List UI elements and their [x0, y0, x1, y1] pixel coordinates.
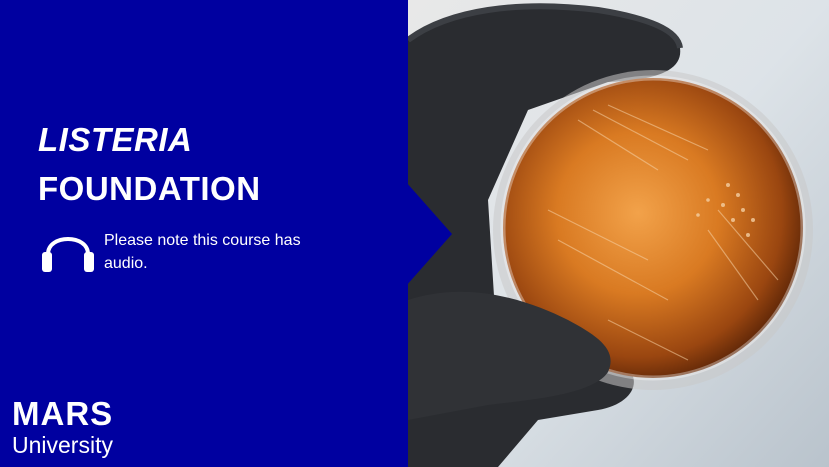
audio-note: Please note this course has audio.: [104, 232, 301, 272]
course-title-panel: LISTERIA FOUNDATION Please note this cou…: [0, 0, 408, 467]
headphones-icon: [42, 237, 94, 272]
brand-logo-name: MARS: [12, 395, 114, 432]
petri-dish-illustration: [408, 0, 829, 467]
petri-dish-photo: [408, 0, 829, 467]
course-title-line2: FOUNDATION: [38, 170, 261, 207]
panel-arrow: [406, 182, 452, 286]
course-title-line1: LISTERIA: [38, 121, 193, 158]
brand-logo-subtitle: University: [12, 432, 113, 458]
